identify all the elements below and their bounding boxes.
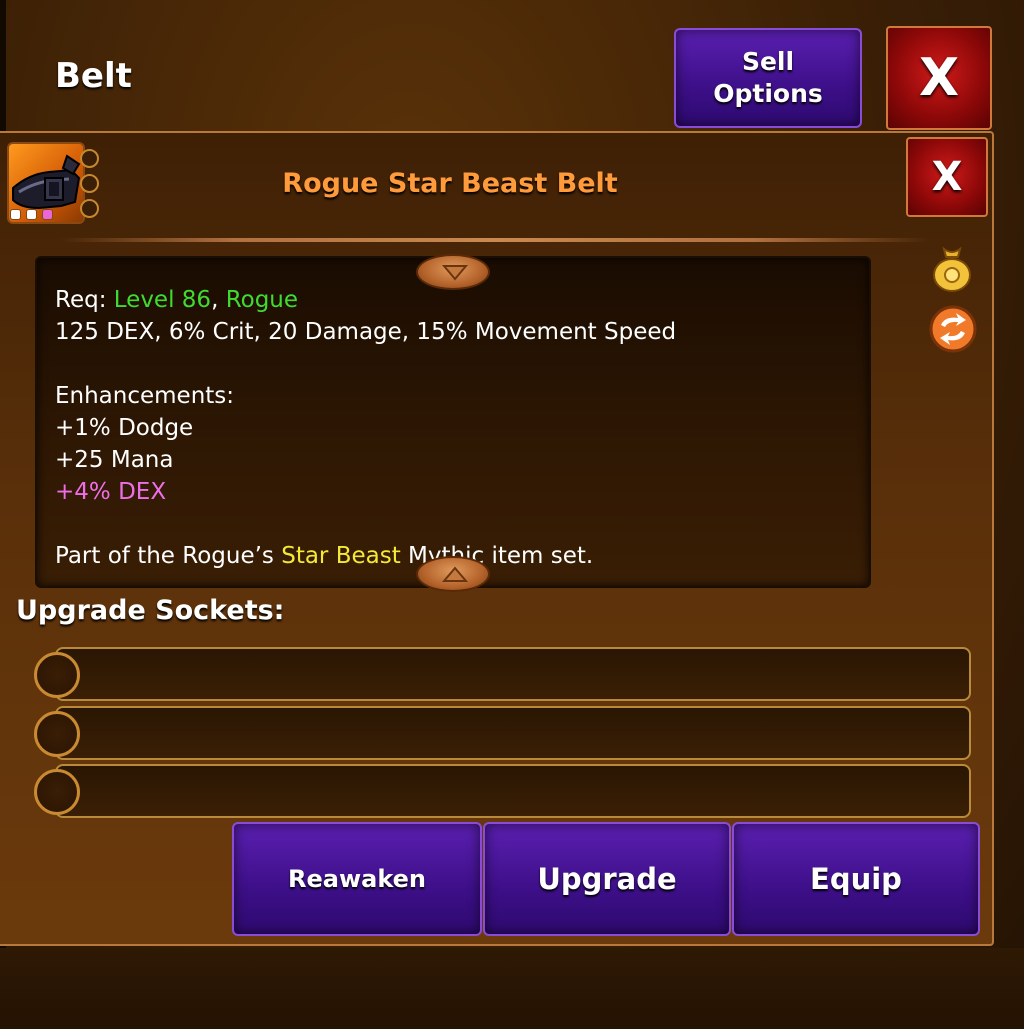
equip-label: Equip	[810, 862, 902, 896]
upgrade-button[interactable]: Upgrade	[483, 822, 731, 936]
req-class: Rogue	[225, 287, 299, 313]
rarity-dot	[42, 209, 53, 220]
rarity-dot	[10, 209, 21, 220]
sell-options-label: Sell Options	[713, 47, 823, 108]
item-name: Rogue Star Beast Belt	[282, 168, 618, 199]
req-separator: ,	[211, 287, 226, 313]
title-divider	[60, 238, 930, 242]
close-item-button[interactable]: X	[906, 137, 988, 217]
enhancement-line: +1% Dodge	[55, 415, 194, 441]
bottom-bar	[0, 948, 1024, 1029]
inventory-category-title: Belt	[55, 56, 132, 96]
gem-slot	[80, 149, 99, 168]
rarity-dot	[26, 209, 37, 220]
item-description-box[interactable]: Req: Level 86, Rogue 125 DEX, 6% Crit, 2…	[35, 256, 871, 588]
equip-button[interactable]: Equip	[732, 822, 980, 936]
scroll-down-button[interactable]	[416, 254, 490, 290]
reawaken-label: Reawaken	[288, 865, 426, 893]
gem-slot	[80, 199, 99, 218]
sell-options-button[interactable]: Sell Options	[674, 28, 862, 128]
close-window-button[interactable]: X	[886, 26, 992, 130]
upgrade-sockets-label: Upgrade Sockets:	[16, 595, 285, 626]
close-icon: X	[931, 154, 963, 200]
socket-slot[interactable]	[55, 764, 971, 818]
req-label: Req:	[55, 287, 114, 313]
reawaken-button[interactable]: Reawaken	[232, 822, 482, 936]
set-prefix: Part of the Rogue’s	[55, 543, 282, 569]
base-stats: 125 DEX, 6% Crit, 20 Damage, 15% Movemen…	[55, 319, 677, 345]
socket-circle	[34, 769, 80, 815]
socket-slot[interactable]	[55, 706, 971, 760]
set-name: Star Beast	[281, 543, 401, 569]
enhancement-line: +4% DEX	[55, 479, 167, 505]
swap-icon-art	[929, 305, 977, 353]
swap-icon[interactable]	[928, 304, 978, 358]
chevron-down-icon	[442, 265, 468, 281]
gold-bag-icon[interactable]	[930, 243, 974, 297]
socket-circle	[34, 652, 80, 698]
scroll-up-button[interactable]	[416, 556, 490, 592]
upgrade-label: Upgrade	[537, 862, 677, 896]
gem-slot	[80, 174, 99, 193]
socket-circle	[34, 711, 80, 757]
enhancements-label: Enhancements:	[55, 383, 235, 409]
close-icon: X	[918, 48, 960, 108]
enhancement-line: +25 Mana	[55, 447, 174, 473]
socket-slot[interactable]	[55, 647, 971, 701]
gold-bag-icon-art	[933, 246, 971, 292]
req-level: Level 86	[113, 287, 212, 313]
chevron-up-icon	[442, 566, 468, 582]
